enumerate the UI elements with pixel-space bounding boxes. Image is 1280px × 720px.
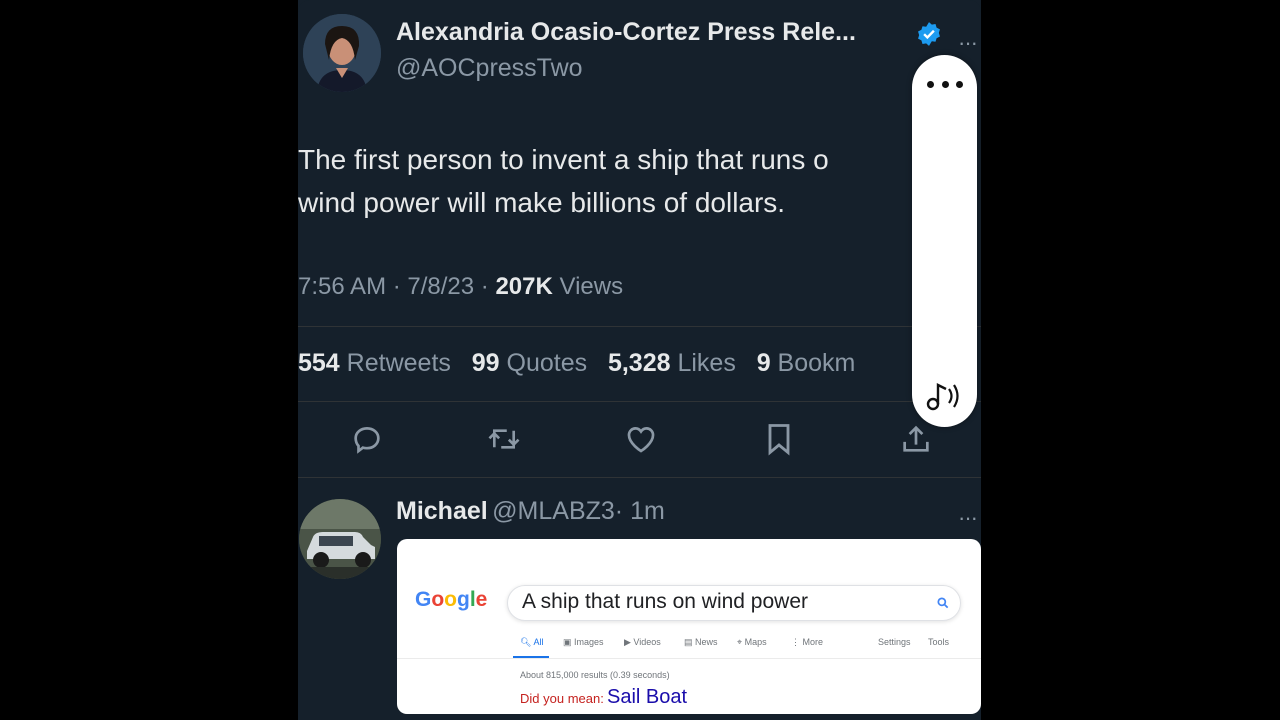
google-tab-videos: ▶ Videos	[624, 637, 661, 647]
reply-author-name[interactable]: Michael	[396, 497, 488, 525]
views-label: Views	[559, 273, 624, 300]
tweet-text-line-2: wind power will make billions of dollars…	[298, 187, 786, 218]
stat-retweets[interactable]: 554 Retweets	[298, 349, 451, 377]
reply-button[interactable]	[349, 421, 385, 457]
verified-badge-icon	[918, 22, 940, 46]
stat-likes-label: Likes	[677, 349, 736, 377]
tweet-time[interactable]: 7:56 AM · 7/8/23 ·	[298, 273, 489, 300]
stat-bookmarks-label: Bookm	[777, 349, 856, 377]
author-handle[interactable]: @AOCpressTwo	[396, 54, 583, 83]
google-tabs-divider	[397, 658, 981, 659]
like-button[interactable]	[623, 421, 659, 457]
google-search-box: A ship that runs on wind power	[507, 585, 961, 621]
google-tab-settings: Settings	[878, 637, 911, 647]
google-tab-more: ⋮ More	[791, 637, 824, 647]
google-result-stats: About 815,000 results (0.39 seconds)	[520, 670, 670, 680]
google-tab-videos-label: Videos	[633, 637, 661, 647]
stat-quotes[interactable]: 99 Quotes	[472, 349, 587, 377]
google-tab-news-label: News	[695, 637, 718, 647]
google-tab-images-label: Images	[574, 637, 604, 647]
retweet-button[interactable]	[486, 421, 522, 457]
stat-bookmarks-count: 9	[756, 349, 771, 377]
stat-retweets-label: Retweets	[346, 349, 451, 377]
tweet-meta: 7:56 AM · 7/8/23 · 207K Views	[298, 273, 623, 301]
google-tab-tools: Tools	[928, 637, 950, 647]
stat-quotes-count: 99	[471, 349, 500, 377]
avatar-image-icon	[303, 14, 381, 92]
retweet-icon	[488, 429, 520, 449]
reply-header: Michael @MLABZ3· 1m	[396, 497, 665, 526]
like-icon	[627, 427, 655, 453]
tweet-text: The first person to invent a ship that r…	[298, 138, 918, 224]
stat-bookmarks[interactable]: 9 Bookm	[757, 349, 856, 377]
divider	[298, 401, 981, 402]
tweet-stats: 554 Retweets 99 Quotes 5,328 Likes 9 Boo…	[298, 349, 855, 378]
google-did-you-mean: Did you mean:	[520, 691, 604, 706]
google-tab-all: 🔍︎ All	[520, 637, 544, 647]
divider	[298, 326, 981, 327]
tweet-text-line-1: The first person to invent a ship that r…	[298, 144, 829, 175]
stat-likes-count: 5,328	[607, 349, 671, 377]
google-tab-maps-label: Maps	[744, 637, 767, 647]
share-button[interactable]	[898, 421, 934, 457]
more-icon[interactable]: ···	[958, 30, 978, 56]
author-name[interactable]: Alexandria Ocasio-Cortez Press Rele...	[396, 18, 856, 47]
stat-likes[interactable]: 5,328 Likes	[608, 349, 736, 377]
share-icon	[903, 425, 929, 452]
floating-overlay	[912, 55, 977, 427]
divider	[298, 477, 981, 478]
reply-more-icon[interactable]: ···	[958, 505, 978, 531]
stat-quotes-label: Quotes	[506, 349, 588, 377]
google-tab-all-label: All	[533, 637, 544, 647]
bookmark-icon	[768, 424, 790, 456]
google-suggestion: Sail Boat	[607, 686, 688, 708]
google-query: A ship that runs on wind power	[522, 590, 809, 613]
more-dots-icon[interactable]	[927, 69, 963, 99]
reply-image-google-search[interactable]: Google A ship that runs on wind power 🔍︎…	[397, 539, 981, 714]
author-avatar[interactable]	[303, 14, 381, 92]
google-tab-more-label: More	[802, 637, 824, 647]
bookmark-button[interactable]	[761, 421, 797, 457]
google-logo: Google	[415, 588, 488, 611]
google-tab-images: ▣ Images	[563, 637, 604, 647]
reply-avatar[interactable]	[299, 499, 381, 579]
reply-author-handle[interactable]: @MLABZ3	[492, 497, 615, 525]
audio-note-icon[interactable]	[924, 379, 966, 413]
google-tab-maps: ⌖ Maps	[737, 637, 767, 647]
panel-top	[298, 0, 981, 14]
search-icon	[937, 597, 949, 609]
google-tab-news: ▤ News	[684, 637, 718, 647]
reply-time[interactable]: · 1m	[615, 497, 665, 525]
reply-icon	[354, 427, 380, 454]
truck-avatar-icon	[299, 499, 381, 579]
views-count: 207K	[495, 273, 553, 300]
stat-retweets-count: 554	[298, 349, 340, 377]
